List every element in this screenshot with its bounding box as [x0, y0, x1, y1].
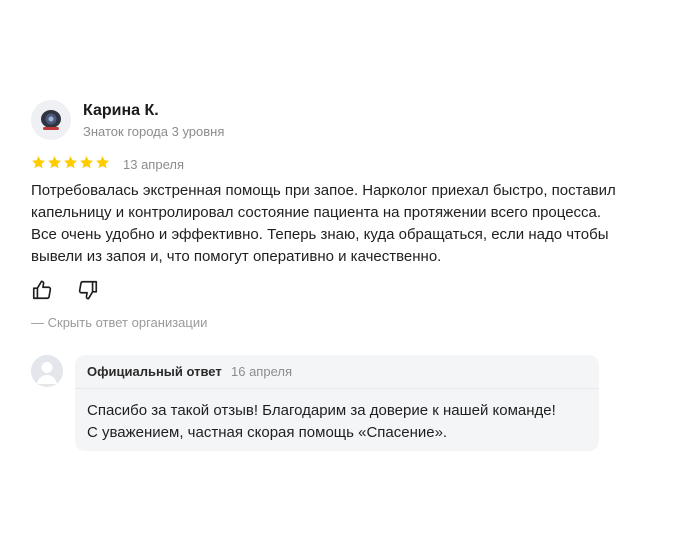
org-answer-date: 16 апреля: [231, 364, 292, 379]
org-answer-block: Официальный ответ 16 апреля Спасибо за т…: [75, 355, 599, 451]
org-answer-text-line: С уважением, частная скорая помощь «Спас…: [87, 424, 448, 441]
review-text-line: капельницу и контролировал состояние пац…: [31, 204, 602, 221]
org-answer-text-line: Спасибо за такой отзыв! Благодарим за до…: [87, 402, 556, 419]
author-level: Знаток города 3 уровня: [83, 124, 225, 139]
dislike-button[interactable]: [77, 279, 99, 301]
star-icon: [32, 156, 45, 169]
user-placeholder-icon: [31, 355, 63, 387]
review-text-line: Все очень удобно и эффективно. Теперь зн…: [31, 226, 609, 243]
review-text: Потребовалась экстренная помощь при запо…: [31, 180, 681, 268]
star-icon: [48, 156, 61, 169]
org-answer-header: Официальный ответ 16 апреля: [75, 355, 599, 389]
author-name[interactable]: Карина К.: [83, 102, 159, 120]
camera-icon: [31, 100, 71, 140]
org-answer-title: Официальный ответ: [87, 364, 222, 379]
star-icon: [96, 156, 109, 169]
review-text-line: Потребовалась экстренная помощь при запо…: [31, 182, 616, 199]
thumbs-down-icon: [78, 280, 98, 300]
rating-stars: [31, 155, 110, 170]
thumbs-up-icon: [32, 280, 52, 300]
review-actions: [31, 279, 99, 301]
org-answer-text: Спасибо за такой отзыв! Благодарим за до…: [87, 400, 556, 444]
star-icon: [64, 156, 77, 169]
like-button[interactable]: [31, 279, 53, 301]
review-date: 13 апреля: [123, 157, 184, 172]
review-card: Карина К. Знаток города 3 уровня 13 апре…: [0, 0, 700, 551]
author-avatar[interactable]: [31, 100, 71, 140]
star-icon: [80, 156, 93, 169]
hide-org-answer-link[interactable]: — Скрыть ответ организации: [31, 315, 207, 330]
review-text-line: вывели из запоя и, что помогут оперативн…: [31, 248, 442, 265]
org-avatar: [31, 355, 63, 387]
